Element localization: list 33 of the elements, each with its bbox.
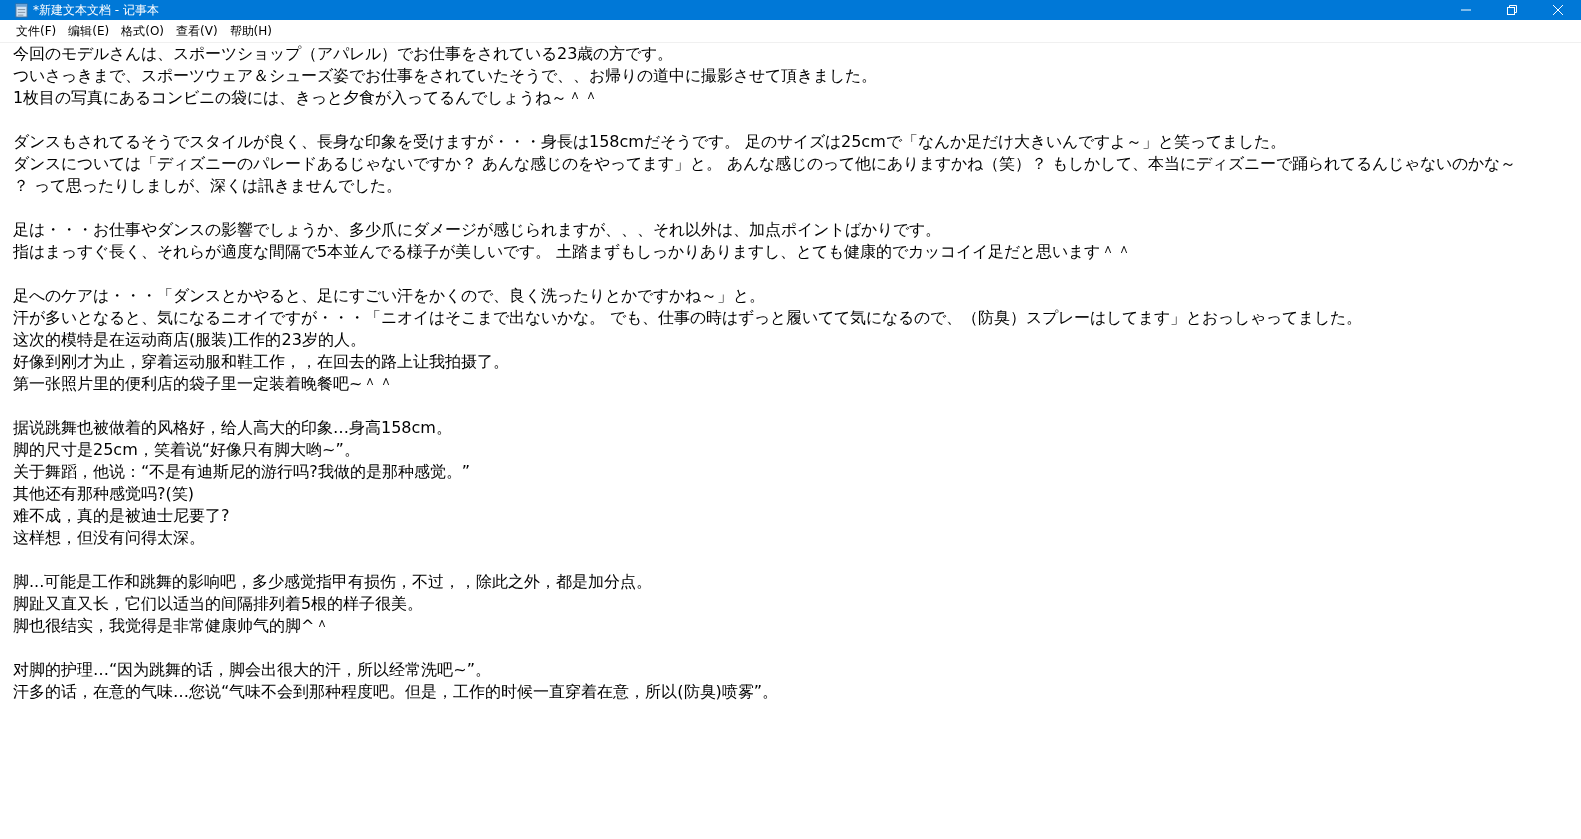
text-line: 第一张照片里的便利店的袋子里一定装着晚餐吧~＾＾: [13, 373, 395, 395]
text-line: 对脚的护理…“因为跳舞的话，脚会出很大的汗，所以经常洗吧~”。: [13, 659, 491, 681]
text-line: 难不成，真的是被迪士尼要了?: [13, 505, 230, 527]
text-line: 脚...可能是工作和跳舞的影响吧，多少感觉指甲有损伤，不过，，除此之外，都是加分点。: [13, 571, 653, 593]
text-line: 好像到刚才为止，穿着运动服和鞋工作，，在回去的路上让我拍摄了。: [13, 351, 509, 373]
text-line: 足は・・・お仕事やダンスの影響でしょうか、多少爪にダメージが感じられますが、、、それ以外は、加点ポイントばかりです。: [13, 219, 941, 241]
text-line: ？ って思ったりしましが、深くは訊きませんでした。: [13, 175, 403, 197]
text-line: 关于舞蹈，他说：“不是有迪斯尼的游行吗?我做的是那种感觉。”: [13, 461, 471, 483]
notepad-icon: [15, 2, 28, 18]
close-icon: [1553, 5, 1563, 15]
text-line: 今回のモデルさんは、スポーツショップ（アパレル）でお仕事をされている23歳の方です。: [13, 43, 674, 65]
text-line: 汗が多いとなると、気になるニオイですが・・・「ニオイはそこまで出ないかな。 でも、仕事の時はずっと履いてて気になるので、（防臭）スプレーはしてます」とおっしゃってました。: [13, 307, 1363, 329]
text-line: 这次的模特是在运动商店(服装)工作的23岁的人。: [13, 329, 366, 351]
text-line: 脚也很结实，我觉得是非常健康帅气的脚^＾: [13, 615, 331, 637]
menu-item[interactable]: 帮助(H): [223, 22, 278, 40]
menu-item[interactable]: 查看(V): [170, 22, 224, 40]
menu-item[interactable]: 格式(O): [115, 22, 171, 40]
text-line: 指はまっすぐ長く、それらが適度な間隔で5本並んでる様子が美しいです。 土踏まずもしっかりありますし、とても健康的でカッコイイ足だと思います＾＾: [13, 241, 1133, 263]
text-line: ダンスもされてるそうでスタイルが良く、長身な印象を受けますが・・・身長は158cmだそうです。 足のサイズは25cmで「なんか足だけ大きいんですよ～」と笑ってました。: [13, 131, 1286, 153]
text-line: ダンスについては「ディズニーのパレードあるじゃないですか？ あんな感じのをやってます」と。 あんな感じのって他にありますかね（笑）？ もしかして、本当にディズニーで踊られてるんじゃないのかな～: [13, 153, 1517, 175]
text-line: 汗多的话，在意的气味…您说“气味不会到那种程度吧。但是，工作的时候一直穿着在意，所以(防臭)喷雾”。: [13, 681, 779, 703]
text-line: 据说跳舞也被做着的风格好，给人高大的印象…身高158cm。: [13, 417, 452, 439]
restore-icon: [1507, 5, 1517, 15]
menu-item[interactable]: 文件(F): [10, 22, 63, 40]
text-line: 1枚目の写真にあるコンビニの袋には、きっと夕食が入ってるんでしょうね～＾＾: [13, 87, 600, 109]
text-line: 这样想，但没有问得太深。: [13, 527, 205, 549]
menu-item[interactable]: 编辑(E): [62, 22, 116, 40]
text-line: 脚的尺寸是25cm，笑着说“好像只有脚大哟~”。: [13, 439, 360, 461]
text-line: ついさっきまで、スポーツウェア＆シューズ姿でお仕事をされていたそうで、、お帰りの道中に撮影させて頂きました。: [13, 65, 877, 87]
text-line: 足へのケアは・・・「ダンスとかやると、足にすごい汗をかくので、良く洗ったりとかですかね～」と。: [13, 285, 765, 307]
text-line: 脚趾又直又长，它们以适当的间隔排列着5根的样子很美。: [13, 593, 424, 615]
text-line: 其他还有那种感觉吗?(笑): [13, 483, 194, 505]
window-title: *新建文本文档 - 记事本: [33, 1, 159, 19]
